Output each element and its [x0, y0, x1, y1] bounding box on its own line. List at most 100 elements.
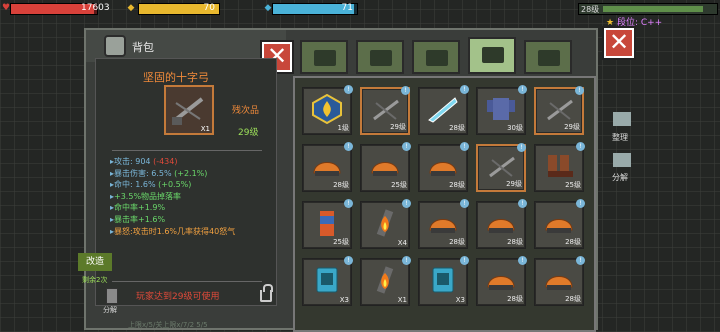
tablet-icon	[311, 265, 343, 295]
stat-delta: (+2.1%)	[174, 168, 208, 178]
rank-label: ★ 段位: C++	[606, 15, 662, 28]
tab-backpack[interactable]	[300, 40, 348, 74]
helmet-icon	[427, 208, 459, 238]
stat-line: ▸命中率+1.9%	[110, 202, 235, 214]
stat-line: ▸暴击率+1.6%	[110, 214, 235, 226]
slot-level: 25级	[391, 181, 407, 189]
inventory-slot-crossbow[interactable]: ! 29级	[360, 86, 410, 135]
lock-icon[interactable]	[260, 284, 273, 302]
helmet-icon	[485, 208, 517, 238]
slot-level: 29级	[506, 180, 522, 188]
split-side-label[interactable]: 分解	[612, 172, 628, 183]
info-badge-icon: !	[401, 86, 410, 95]
inventory-slot-helmet[interactable]: ! 25级	[360, 142, 411, 192]
stat-line: ▸命中: 1.6% (+0.5%)	[110, 179, 235, 191]
split-label: 分解	[103, 306, 117, 314]
slot-level: 29级	[564, 123, 580, 131]
slot-level: 28级	[449, 124, 465, 132]
info-badge-icon: !	[517, 143, 526, 152]
helmet-icon	[369, 151, 401, 181]
modify-button[interactable]: 改造	[78, 253, 112, 271]
level-fill	[603, 6, 703, 12]
stat-line: ▸暴怒:攻击时1.6%几率获得40怒气	[110, 226, 235, 238]
level-bar: 28级	[578, 3, 718, 15]
item-detail-panel: 坚固的十字弓 X1 残次品 29级 ▸攻击: 904 (-434) ▸暴击伤害: …	[95, 58, 277, 306]
stat-label: 攻击: 904	[114, 157, 154, 166]
inventory-slot-helmet[interactable]: ! 28级	[534, 256, 585, 306]
info-badge-icon: !	[460, 85, 469, 94]
tab-medkit[interactable]	[356, 40, 404, 74]
inventory-slot-blade[interactable]: ! 28级	[418, 85, 469, 135]
trash-icon[interactable]	[106, 288, 118, 304]
item-preview: X1	[164, 85, 214, 135]
level-requirement: 玩家达到29级可使用	[136, 292, 220, 302]
item-stack: X1	[200, 125, 210, 133]
stat-delta: (-434)	[153, 157, 178, 166]
info-badge-icon: !	[402, 199, 411, 208]
info-badge-icon: !	[575, 86, 584, 95]
inventory-slot-armor[interactable]: ! 30级	[476, 85, 527, 135]
stat-label: 暴怒:攻击时1.6%几率获得40怒气	[114, 226, 236, 236]
dpad-icon[interactable]	[613, 153, 631, 167]
inventory-slot-helmet[interactable]: ! 28级	[418, 142, 469, 192]
slot-level: 28级	[507, 295, 523, 303]
slot-level: 25级	[565, 181, 581, 189]
slot-level: 25级	[333, 238, 349, 246]
inventory-slot-emblem[interactable]: ! 1级	[302, 85, 353, 135]
stat-label: 命中率+1.9%	[114, 203, 166, 213]
inventory-slot-crossbow[interactable]: ! 29级	[476, 143, 526, 192]
tab-weapons[interactable]	[468, 37, 516, 74]
stat-delta: (+0.5%)	[158, 180, 192, 190]
stat-label: +3.5%物品掉落率	[114, 191, 182, 201]
helmet-icon	[543, 208, 575, 238]
slot-level: 28级	[565, 238, 581, 246]
inventory-slot-crossbow[interactable]: ! 29级	[534, 86, 584, 135]
level-label: 28级	[581, 5, 600, 14]
medkit-icon	[370, 50, 392, 66]
emblem-icon	[311, 93, 343, 125]
stat-line: ▸暴击伤害: 6.5% (+2.1%)	[110, 168, 235, 180]
equipment-icon	[426, 50, 448, 66]
tablet-icon	[427, 265, 459, 295]
inventory-slot-helmet[interactable]: ! 28级	[476, 256, 527, 306]
helmet-icon	[427, 151, 459, 181]
energy-value: 71	[341, 3, 353, 13]
inventory-slot-fire[interactable]: ! X4	[360, 199, 411, 249]
sort-icon[interactable]	[613, 112, 631, 126]
info-badge-icon: !	[402, 142, 411, 151]
shield-icon: ◆	[127, 3, 135, 13]
inventory-slot-fire[interactable]: ! X1	[360, 256, 411, 306]
armor-bar: 70	[138, 3, 220, 15]
tab-gear[interactable]	[524, 40, 572, 74]
info-badge-icon: !	[344, 142, 353, 151]
slot-level: 28级	[565, 295, 581, 303]
helmet-icon	[311, 151, 343, 181]
inventory-slot-helmet[interactable]: ! 28级	[302, 142, 353, 192]
item-name: 坚固的十字弓	[143, 71, 209, 84]
slot-level: 28级	[333, 181, 349, 189]
stat-label: 命中: 1.6%	[114, 180, 159, 190]
sort-label[interactable]: 整理	[612, 132, 628, 143]
inventory-slot-tablet[interactable]: ! X3	[302, 256, 353, 306]
slot-level: 1级	[337, 124, 349, 132]
stat-list: ▸攻击: 904 (-434) ▸暴击伤害: 6.5% (+2.1%) ▸命中: 1…	[110, 156, 235, 237]
tab-equipment[interactable]	[412, 40, 460, 74]
close-panel-button[interactable]: ✕	[604, 28, 634, 58]
remaining-uses: 剩余2次	[82, 276, 108, 284]
inventory-slot-tablet[interactable]: ! X3	[418, 256, 469, 306]
inventory-slot-helmet[interactable]: ! 28级	[476, 199, 527, 249]
can-icon	[311, 208, 343, 238]
inventory-slot-boots[interactable]: ! 25级	[534, 142, 585, 192]
energy-bar: 71	[272, 3, 358, 15]
slot-level: X4	[397, 239, 407, 247]
inventory-slot-helmet[interactable]: ! 28级	[534, 199, 585, 249]
inventory-slot-helmet[interactable]: ! 28级	[418, 199, 469, 249]
info-badge-icon: !	[460, 199, 469, 208]
inventory-slot-can[interactable]: ! 25级	[302, 199, 353, 249]
stat-line: ▸+3.5%物品掉落率	[110, 191, 235, 203]
weapon-icon	[482, 47, 504, 63]
info-badge-icon: !	[518, 199, 527, 208]
slot-level: 28级	[507, 238, 523, 246]
slot-level: 30级	[507, 124, 523, 132]
boots-icon	[543, 151, 575, 181]
